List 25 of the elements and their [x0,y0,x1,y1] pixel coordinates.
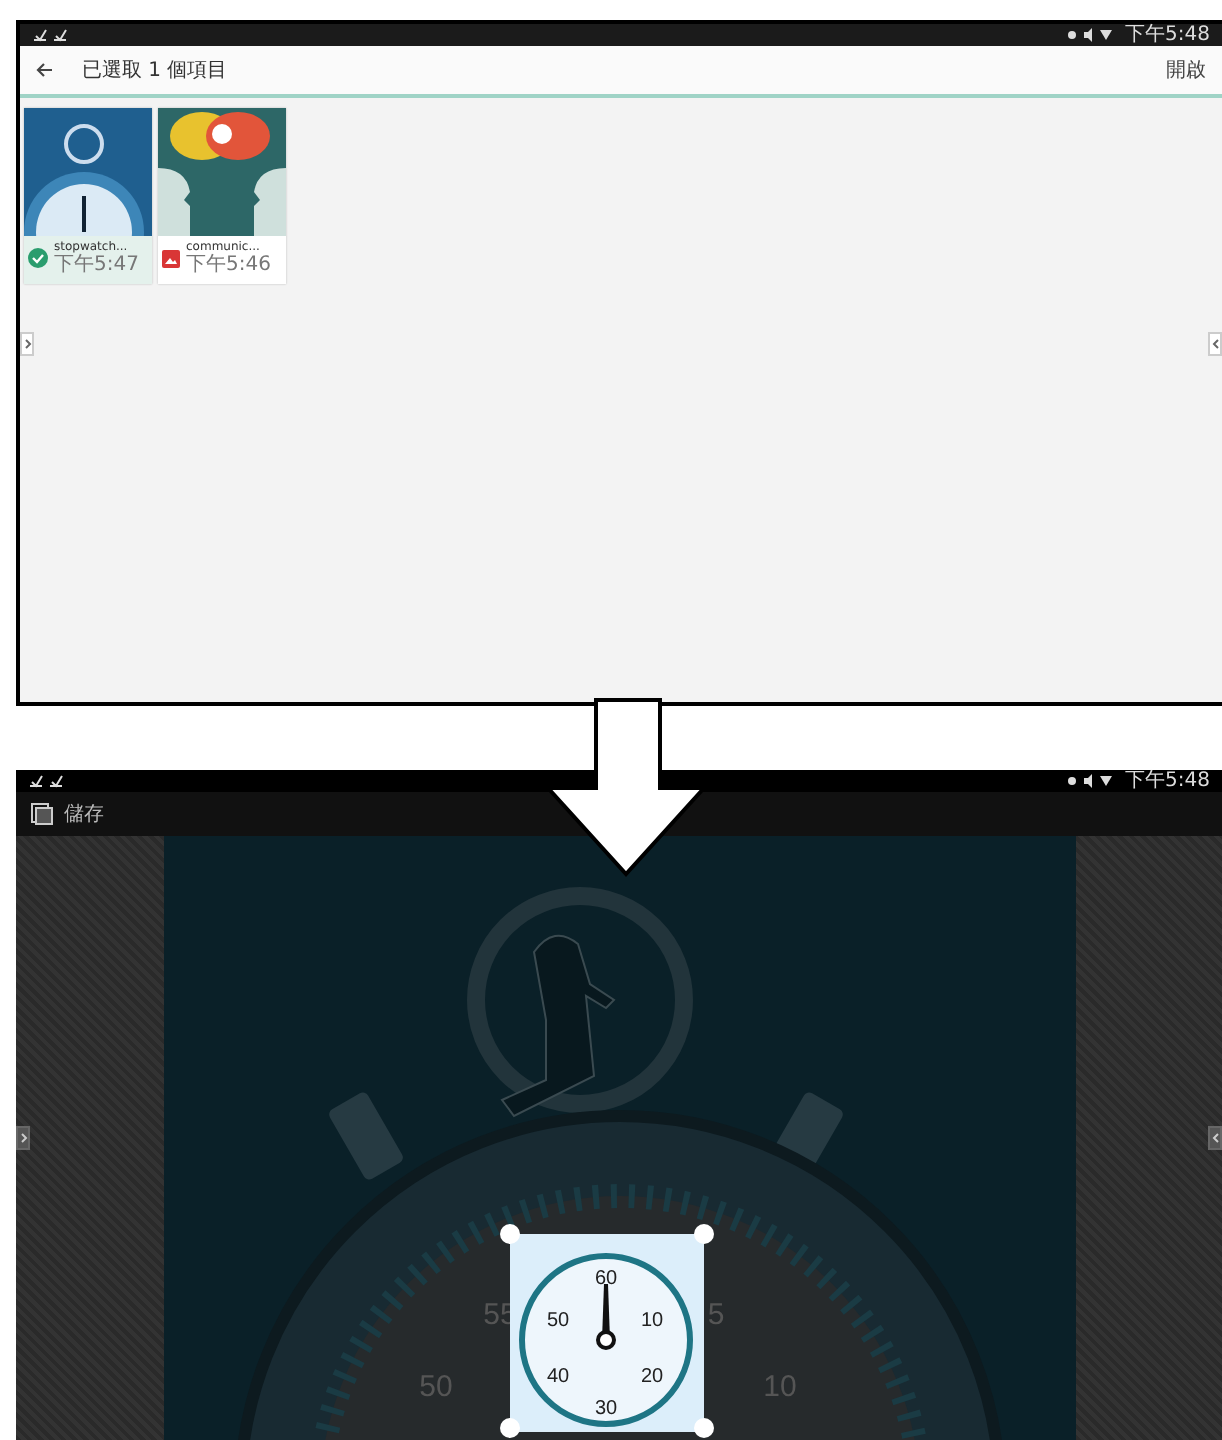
dial-number: 30 [593,1398,617,1420]
right-drawer-handle[interactable] [1208,1126,1222,1150]
dial-number: 10 [639,1310,663,1332]
open-button[interactable]: 開啟 [1162,52,1210,88]
save-button[interactable]: 儲存 [28,798,106,830]
check-circle-icon [28,248,48,268]
dial-number: 50 [545,1310,569,1332]
status-time: 下午5:48 [1125,24,1210,46]
dial-number: 60 [593,1268,617,1290]
download-icon [28,774,68,788]
download-icon [32,28,72,42]
status-icons [1065,774,1114,788]
file-time: 下午5:47 [54,254,139,276]
image-file-icon [162,249,180,267]
status-time: 下午5:48 [1125,770,1210,792]
stopwatch-thumbnail-drawing [24,108,152,236]
file-time: 下午5:46 [186,254,271,276]
dial-number: 40 [545,1366,569,1388]
conversation-thumbnail-drawing [158,108,286,236]
status-icons [1065,28,1114,42]
selection-title: 已選取 1 個項目 [82,58,228,84]
dial-number: 20 [639,1366,663,1388]
left-drawer-handle[interactable] [16,1126,30,1150]
gallery-icon [30,802,54,826]
back-button[interactable] [32,58,58,82]
